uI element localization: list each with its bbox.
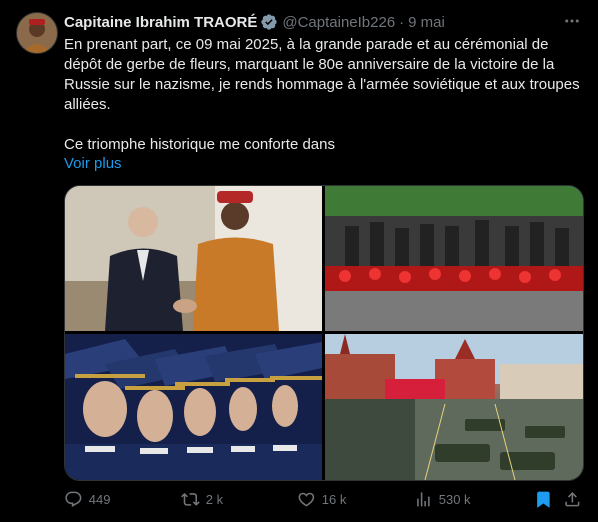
repost-icon (181, 493, 200, 506)
repost-count: 2 k (205, 491, 224, 507)
tweet-date[interactable]: 9 mai (408, 14, 445, 31)
tweet-header: Capitaine Ibrahim TRAORÉ @CaptaineIb226 … (64, 12, 582, 32)
photo-wreath-laying[interactable] (325, 186, 583, 331)
reply-button[interactable]: 449 (64, 490, 110, 509)
reply-count: 449 (88, 491, 111, 507)
tweet-paragraph-1: En prenant part, ce 09 mai 2025, à la gr… (64, 36, 580, 113)
views-button[interactable]: 530 k (414, 490, 471, 509)
tweet-text: En prenant part, ce 09 mai 2025, à la gr… (64, 35, 584, 155)
avatar-image (17, 13, 57, 53)
bookmark-button[interactable] (534, 490, 559, 509)
verified-icon (260, 13, 278, 31)
like-count: 16 k (321, 491, 347, 507)
show-more-link[interactable]: Voir plus (64, 154, 122, 174)
like-button[interactable]: 16 k (297, 490, 346, 509)
bookmark-icon (537, 491, 550, 508)
repost-button[interactable]: 2 k (181, 490, 223, 509)
separator: · (399, 13, 405, 31)
reply-icon (65, 491, 82, 507)
heart-icon (298, 492, 315, 507)
media-grid (64, 185, 584, 481)
action-bar: 449 2 k 16 k 530 k (64, 488, 582, 512)
avatar[interactable] (16, 12, 58, 54)
views-count: 530 k (438, 491, 471, 507)
tweet-paragraph-2: Ce triomphe historique me conforte dans (64, 136, 335, 153)
author-name[interactable]: Capitaine Ibrahim TRAORÉ (64, 14, 257, 31)
views-icon (417, 492, 430, 507)
photo-honor-guard[interactable] (65, 334, 322, 480)
author-handle[interactable]: @CaptaineIb226 (282, 14, 395, 31)
tweet[interactable]: Capitaine Ibrahim TRAORÉ @CaptaineIb226 … (0, 0, 598, 522)
photo-red-square-parade[interactable] (325, 334, 583, 480)
more-icon[interactable] (562, 12, 582, 32)
share-button[interactable] (563, 490, 588, 509)
share-icon (565, 492, 580, 507)
photo-handshake[interactable] (65, 186, 322, 331)
